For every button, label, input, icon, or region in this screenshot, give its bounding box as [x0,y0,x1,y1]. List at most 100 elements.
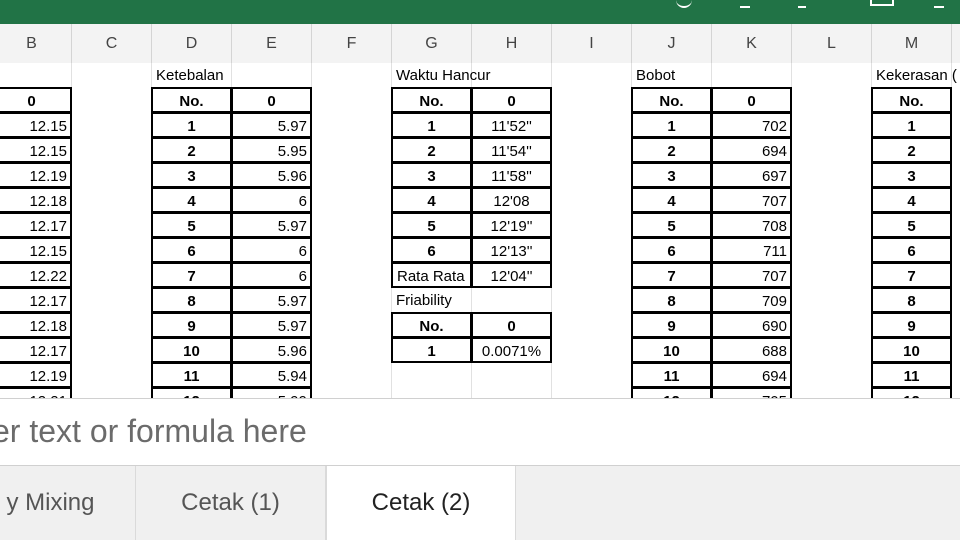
ketebalan-row-no[interactable]: 5 [151,212,232,238]
waktu-hancur-average-label[interactable]: Rata Rata [391,262,472,288]
bobot-header-value[interactable]: 0 [711,87,792,113]
sheet-tab-mixing[interactable]: y Mixing [0,466,136,540]
ketebalan-header-no[interactable]: No. [151,87,232,113]
ketebalan-row-value[interactable]: 5.96 [231,337,312,363]
column-header-h[interactable]: H [472,24,552,63]
col-b-value[interactable]: 12.19 [0,362,72,388]
ketebalan-row-no[interactable]: 10 [151,337,232,363]
kekerasan-header-no[interactable]: No. [871,87,952,113]
ketebalan-row-no[interactable]: 7 [151,262,232,288]
col-b-value[interactable]: 12.15 [0,112,72,138]
waktu-hancur-row-value[interactable]: 12'08 [471,187,552,213]
col-b-value[interactable]: 12.17 [0,212,72,238]
bobot-row-no[interactable]: 4 [631,187,712,213]
bobot-row-no[interactable]: 9 [631,312,712,338]
col-b-value[interactable]: 12.15 [0,237,72,263]
col-b-value[interactable]: 12.17 [0,337,72,363]
ketebalan-row-value[interactable]: 6 [231,262,312,288]
kekerasan-row-no[interactable]: 10 [871,337,952,363]
column-header-g[interactable]: G [392,24,472,63]
kekerasan-row-no[interactable]: 1 [871,112,952,138]
column-header-l[interactable]: L [792,24,872,63]
ketebalan-row-value[interactable]: 5.97 [231,212,312,238]
bobot-title[interactable]: Bobot [632,63,713,89]
kekerasan-row-no[interactable]: 3 [871,162,952,188]
bobot-row-no[interactable]: 1 [631,112,712,138]
ketebalan-row-no[interactable]: 6 [151,237,232,263]
undo-icon[interactable] [676,0,692,8]
waktu-hancur-row-value[interactable]: 12'13'' [471,237,552,263]
bobot-header-no[interactable]: No. [631,87,712,113]
bobot-row-value[interactable]: 705 [711,387,792,398]
col-b-value[interactable]: 12.21 [0,387,72,398]
waktu-hancur-row-no[interactable]: 4 [391,187,472,213]
ketebalan-row-value[interactable]: 5.99 [231,387,312,398]
sheet-tab-cetak-2[interactable]: Cetak (2) [326,466,516,540]
ketebalan-row-value[interactable]: 5.97 [231,287,312,313]
ketebalan-row-no[interactable]: 9 [151,312,232,338]
bobot-row-value[interactable]: 711 [711,237,792,263]
ketebalan-row-no[interactable]: 4 [151,187,232,213]
kekerasan-title[interactable]: Kekerasan ( [872,63,957,89]
waktu-hancur-row-no[interactable]: 3 [391,162,472,188]
column-header-j[interactable]: J [632,24,712,63]
ketebalan-row-value[interactable]: 5.97 [231,112,312,138]
waktu-hancur-title[interactable]: Waktu Hancur [392,63,553,89]
ketebalan-title[interactable]: Ketebalan [152,63,313,89]
bobot-row-value[interactable]: 694 [711,137,792,163]
bobot-row-no[interactable]: 6 [631,237,712,263]
column-header-e[interactable]: E [232,24,312,63]
col-b-header[interactable]: 0 [0,87,72,113]
kekerasan-row-no[interactable]: 4 [871,187,952,213]
ketebalan-row-no[interactable]: 3 [151,162,232,188]
waktu-hancur-average-value[interactable]: 12'04'' [471,262,552,288]
col-b-value[interactable]: 12.18 [0,187,72,213]
waktu-hancur-header-no[interactable]: No. [391,87,472,113]
col-b-value[interactable]: 12.22 [0,262,72,288]
waktu-hancur-row-value[interactable]: 11'54'' [471,137,552,163]
ketebalan-row-value[interactable]: 6 [231,237,312,263]
bobot-row-value[interactable]: 688 [711,337,792,363]
kekerasan-row-no[interactable]: 9 [871,312,952,338]
waktu-hancur-row-value[interactable]: 11'52'' [471,112,552,138]
column-header-f[interactable]: F [312,24,392,63]
ketebalan-row-no[interactable]: 12 [151,387,232,398]
bobot-row-no[interactable]: 3 [631,162,712,188]
kekerasan-row-no[interactable]: 11 [871,362,952,388]
bobot-row-value[interactable]: 690 [711,312,792,338]
bobot-row-value[interactable]: 707 [711,187,792,213]
sheet-tab-cetak-1[interactable]: Cetak (1) [136,466,326,540]
menu-icon[interactable] [798,0,806,8]
bobot-row-no[interactable]: 11 [631,362,712,388]
ketebalan-row-value[interactable]: 6 [231,187,312,213]
column-header-m[interactable]: M [872,24,952,63]
ketebalan-row-value[interactable]: 5.95 [231,137,312,163]
bobot-row-value[interactable]: 697 [711,162,792,188]
friability-header-no[interactable]: No. [391,312,472,338]
bobot-row-no[interactable]: 2 [631,137,712,163]
bobot-row-no[interactable]: 12 [631,387,712,398]
kekerasan-row-no[interactable]: 12 [871,387,952,398]
column-header-b[interactable]: B [0,24,72,63]
bobot-row-no[interactable]: 8 [631,287,712,313]
waktu-hancur-row-no[interactable]: 1 [391,112,472,138]
col-b-value[interactable]: 12.19 [0,162,72,188]
formula-bar[interactable]: er text or formula here [0,398,960,466]
ketebalan-row-no[interactable]: 8 [151,287,232,313]
kekerasan-row-no[interactable]: 8 [871,287,952,313]
bobot-row-no[interactable]: 10 [631,337,712,363]
column-header-i[interactable]: I [552,24,632,63]
bobot-row-no[interactable]: 7 [631,262,712,288]
column-header-d[interactable]: D [152,24,232,63]
bobot-row-no[interactable]: 5 [631,212,712,238]
bobot-row-value[interactable]: 707 [711,262,792,288]
waktu-hancur-row-no[interactable]: 5 [391,212,472,238]
ribbon-toggle-icon[interactable] [870,0,894,6]
column-header-k[interactable]: K [712,24,792,63]
bobot-row-value[interactable]: 708 [711,212,792,238]
kekerasan-row-no[interactable]: 5 [871,212,952,238]
friability-header-value[interactable]: 0 [471,312,552,338]
friability-row-no[interactable]: 1 [391,337,472,363]
waktu-hancur-row-value[interactable]: 11'58'' [471,162,552,188]
spreadsheet-grid[interactable]: 0 12.15 12.15 12.19 12.18 12.17 12.15 12.22 12.1… [0,63,960,398]
